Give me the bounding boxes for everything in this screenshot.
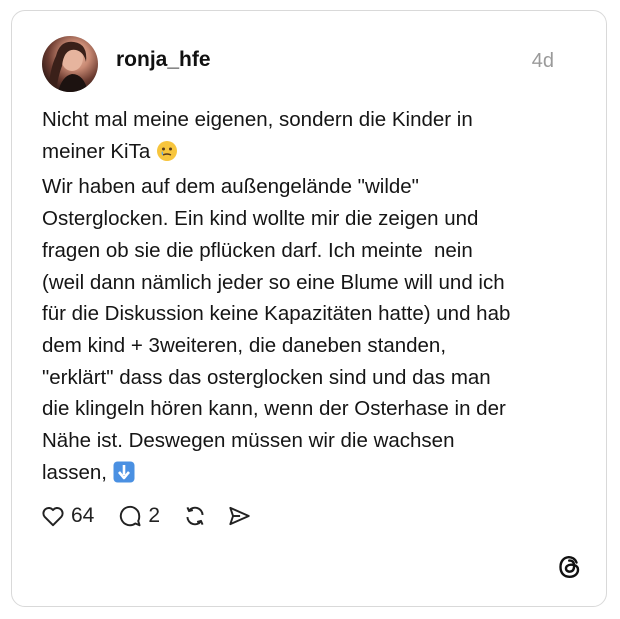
avatar[interactable]: [42, 36, 98, 92]
repost-button[interactable]: [182, 503, 208, 529]
post-actions: 64 2: [40, 500, 252, 532]
like-count: 64: [71, 504, 95, 527]
post-text-part1: Nicht mal meine eigenen, sondern die Kin…: [42, 108, 473, 163]
face-holding-back-tears-icon: [156, 140, 178, 172]
comment-icon: [120, 505, 141, 527]
down-arrow-icon: [113, 461, 135, 493]
threads-logo-icon: [556, 553, 584, 581]
send-icon: [229, 506, 250, 526]
like-button[interactable]: 64: [40, 503, 94, 529]
post-timestamp: 4d: [531, 50, 554, 72]
reply-count: 2: [148, 504, 161, 527]
post-text-part2: Wir haben auf dem außengelände "wilde" O…: [42, 175, 511, 484]
reply-button[interactable]: 2: [117, 503, 160, 529]
share-button[interactable]: [226, 503, 252, 529]
username[interactable]: ronja_hfe: [116, 48, 211, 72]
heart-icon: [42, 507, 64, 527]
post-body: Nicht mal meine eigenen, sondern die Kin…: [42, 104, 582, 492]
repost-icon: [186, 506, 204, 526]
